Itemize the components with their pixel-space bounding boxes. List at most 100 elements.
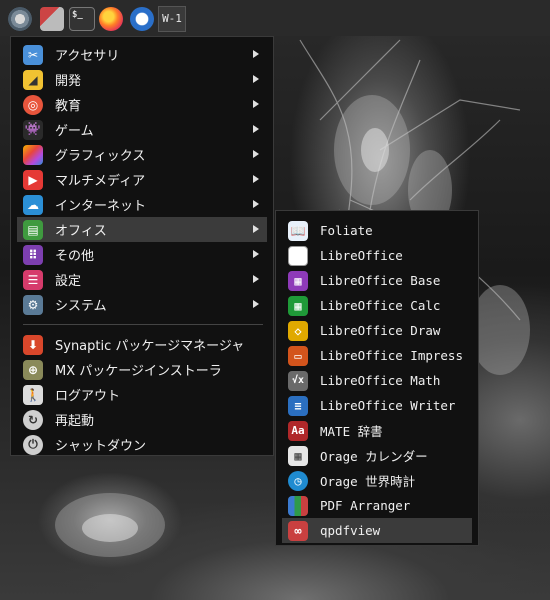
menu-item-restart[interactable]: ↻ 再起動 xyxy=(17,407,267,432)
menu-item-label: 設定 xyxy=(55,274,82,289)
submenu-item-label: LibreOffice xyxy=(320,248,403,263)
terminal-icon[interactable]: $_ xyxy=(69,7,95,31)
calendar-icon: ▦ xyxy=(288,445,308,466)
pdf-arranger-icon xyxy=(288,495,308,516)
menu-item-synaptic[interactable]: ⬇ Synaptic パッケージマネージャ xyxy=(17,332,267,357)
submenu-item-label: LibreOffice Base xyxy=(320,273,441,288)
libreoffice-math-icon: √x xyxy=(288,370,308,391)
submenu-item-label: LibreOffice Math xyxy=(320,373,441,388)
submenu-item-label: LibreOffice Draw xyxy=(320,323,441,338)
menu-item-label: アクセサリ xyxy=(55,49,120,64)
qpdfview-icon: ∞ xyxy=(288,520,308,541)
menu-item-accessories[interactable]: ✂ アクセサリ xyxy=(17,42,267,67)
system-gear-icon: ⚙ xyxy=(23,294,43,315)
menu-item-label: MX パッケージインストーラ xyxy=(55,364,222,379)
game-icon: 👾 xyxy=(23,119,43,140)
libreoffice-draw-icon: ◇ xyxy=(288,320,308,341)
toolbox-icon[interactable] xyxy=(40,7,64,31)
menu-item-label: マルチメディア xyxy=(55,174,146,189)
submenu-item-label: Foliate xyxy=(320,223,373,238)
menu-item-label: その他 xyxy=(55,249,95,264)
libreoffice-calc-icon: ▦ xyxy=(288,295,308,316)
submenu-item-libreoffice-math[interactable]: √x LibreOffice Math xyxy=(282,368,472,393)
submenu-item-libreoffice-impress[interactable]: ▭ LibreOffice Impress xyxy=(282,343,472,368)
submenu-arrow-icon xyxy=(253,275,259,283)
submenu-item-label: LibreOffice Calc xyxy=(320,298,441,313)
menu-separator xyxy=(23,324,263,325)
submenu-item-foliate[interactable]: 📖 Foliate xyxy=(282,218,472,243)
submenu-item-label: LibreOffice Writer xyxy=(320,398,456,413)
graphics-icon xyxy=(23,144,43,165)
menu-item-development[interactable]: ◢ 開発 xyxy=(17,67,267,92)
development-icon: ◢ xyxy=(23,69,43,90)
submenu-item-orage-world-clock[interactable]: ◷ Orage 世界時計 xyxy=(282,468,472,493)
menu-item-logout[interactable]: 🚶 ログアウト xyxy=(17,382,267,407)
submenu-item-libreoffice[interactable]: LibreOffice xyxy=(282,243,472,268)
submenu-item-label: MATE 辞書 xyxy=(320,424,383,439)
menu-item-education[interactable]: ◎ 教育 xyxy=(17,92,267,117)
libreoffice-writer-icon: ≡ xyxy=(288,395,308,416)
menu-item-internet[interactable]: ☁ インターネット xyxy=(17,192,267,217)
scissors-icon: ✂ xyxy=(23,44,43,65)
libreoffice-impress-icon: ▭ xyxy=(288,345,308,366)
menu-item-label: 教育 xyxy=(55,99,82,114)
submenu-item-mate-dictionary[interactable]: Aa MATE 辞書 xyxy=(282,418,472,443)
menu-item-label: インターネット xyxy=(55,199,147,214)
mail-client-icon[interactable] xyxy=(130,7,154,31)
menu-item-multimedia[interactable]: ▶ マルチメディア xyxy=(17,167,267,192)
settings-icon: ☰ xyxy=(23,269,43,290)
menu-item-office[interactable]: ▤ オフィス xyxy=(17,217,267,242)
submenu-item-pdf-arranger[interactable]: PDF Arranger xyxy=(282,493,472,518)
menu-item-games[interactable]: 👾 ゲーム xyxy=(17,117,267,142)
applications-menu: ✂ アクセサリ ◢ 開発 ◎ 教育 👾 ゲーム グラフィックス ▶ マルチメディ… xyxy=(10,36,274,456)
submenu-item-libreoffice-writer[interactable]: ≡ LibreOffice Writer xyxy=(282,393,472,418)
office-icon: ▤ xyxy=(23,219,43,240)
submenu-item-libreoffice-draw[interactable]: ◇ LibreOffice Draw xyxy=(282,318,472,343)
submenu-arrow-icon xyxy=(253,300,259,308)
submenu-arrow-icon xyxy=(253,150,259,158)
menu-item-label: グラフィックス xyxy=(55,149,146,164)
firefox-icon[interactable] xyxy=(99,7,123,31)
menu-item-shutdown[interactable]: ⏻ シャットダウン xyxy=(17,432,267,457)
submenu-item-label: qpdfview xyxy=(320,523,381,538)
package-installer-icon: ⊕ xyxy=(23,359,43,380)
submenu-item-label: PDF Arranger xyxy=(320,498,411,513)
submenu-item-orage-calendar[interactable]: ▦ Orage カレンダー xyxy=(282,443,472,468)
submenu-item-libreoffice-base[interactable]: ▦ LibreOffice Base xyxy=(282,268,472,293)
menu-item-graphics[interactable]: グラフィックス xyxy=(17,142,267,167)
foliate-icon: 📖 xyxy=(288,220,308,241)
clock-icon: ◷ xyxy=(288,470,308,491)
menu-item-label: 再起動 xyxy=(55,414,95,429)
menu-item-label: シャットダウン xyxy=(55,439,147,454)
whisker-menu-gear-icon[interactable] xyxy=(8,7,32,31)
office-submenu: 📖 Foliate LibreOffice ▦ LibreOffice Base… xyxy=(275,210,479,546)
submenu-arrow-icon xyxy=(253,200,259,208)
multimedia-icon: ▶ xyxy=(23,169,43,190)
submenu-item-qpdfview[interactable]: ∞ qpdfview xyxy=(282,518,472,543)
submenu-arrow-icon xyxy=(253,250,259,258)
shutdown-icon: ⏻ xyxy=(23,434,43,455)
menu-item-label: Synaptic パッケージマネージャ xyxy=(55,339,245,354)
menu-item-label: ログアウト xyxy=(55,389,121,404)
logout-icon: 🚶 xyxy=(23,384,43,405)
menu-item-mx-package-installer[interactable]: ⊕ MX パッケージインストーラ xyxy=(17,357,267,382)
libreoffice-base-icon: ▦ xyxy=(288,270,308,291)
menu-item-label: 開発 xyxy=(55,74,82,89)
submenu-arrow-icon xyxy=(253,50,259,58)
workspace-window-button[interactable]: W-1 xyxy=(158,6,186,32)
menu-item-system[interactable]: ⚙ システム xyxy=(17,292,267,317)
menu-item-settings[interactable]: ☰ 設定 xyxy=(17,267,267,292)
submenu-item-label: Orage カレンダー xyxy=(320,449,428,464)
menu-item-other[interactable]: ⠿ その他 xyxy=(17,242,267,267)
taskbar: $_ W-1 xyxy=(0,0,550,36)
other-icon: ⠿ xyxy=(23,244,43,265)
menu-item-label: システム xyxy=(55,299,107,314)
submenu-item-label: Orage 世界時計 xyxy=(320,474,416,489)
menu-item-label: ゲーム xyxy=(55,124,94,139)
dictionary-icon: Aa xyxy=(288,420,308,441)
submenu-item-libreoffice-calc[interactable]: ▦ LibreOffice Calc xyxy=(282,293,472,318)
submenu-arrow-icon xyxy=(253,125,259,133)
submenu-arrow-icon xyxy=(253,100,259,108)
synaptic-icon: ⬇ xyxy=(23,334,43,355)
cloud-icon: ☁ xyxy=(23,194,43,215)
